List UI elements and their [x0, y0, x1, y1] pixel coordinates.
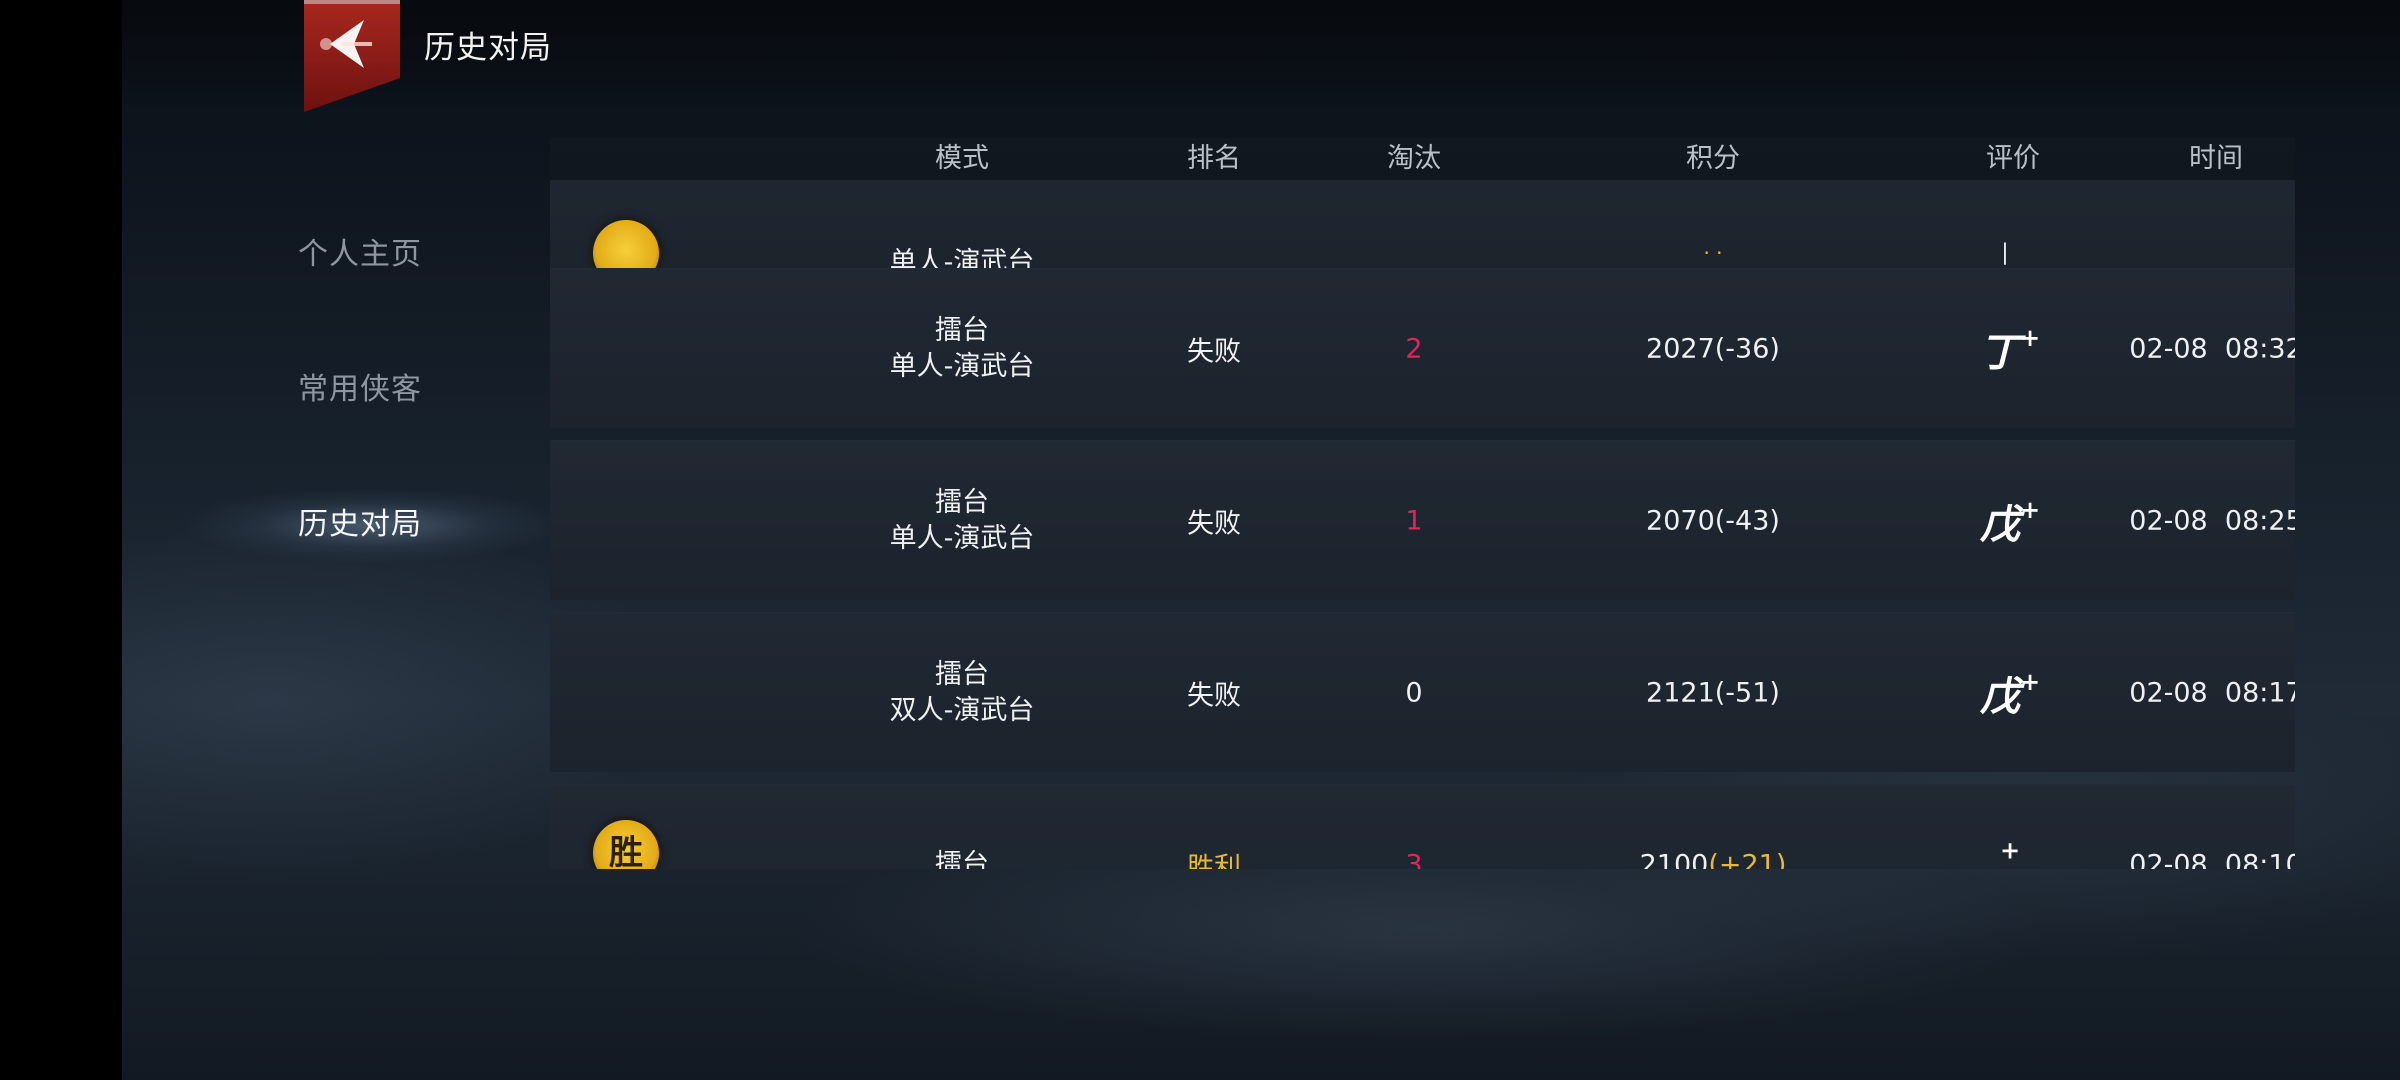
match-time: 02-08 08:17 [2129, 677, 2295, 709]
column-header-mode: 模式 [935, 143, 989, 174]
sidebar-item-profile[interactable]: 个人主页 [232, 225, 532, 285]
grade-cell-fragment: | [2001, 240, 2009, 266]
score-value: 2121 [1646, 677, 1715, 709]
score-delta: (-51) [1714, 677, 1780, 709]
score-cell: 2070(-43) [1646, 506, 1780, 537]
grade-plus: + [1999, 835, 2021, 865]
eliminations-count: 2 [1405, 333, 1423, 365]
mode-type: 擂台 [935, 659, 989, 690]
game-screen: 历史对局 个人主页 常用侠客 历史对局 模式 排名 淘汰 积分 评价 时间 单人… [122, 0, 2400, 1080]
score-delta: (+21) [1708, 849, 1787, 870]
sidebar-item-match-history[interactable]: 历史对局 [232, 495, 532, 555]
back-button[interactable] [302, 0, 402, 112]
column-header-time: 时间 [2189, 143, 2243, 174]
score-value: 2027 [1646, 333, 1715, 365]
grade-char: 戊 [1979, 501, 2020, 548]
match-time: 02-08 08:10 [2129, 849, 2295, 870]
score-delta: (-36) [1714, 333, 1780, 365]
eliminations-count: 0 [1405, 677, 1423, 709]
rating-grade: 戊+ [1980, 664, 2040, 722]
mode-cell: 擂台 单人-演武台 [890, 313, 1035, 385]
score-value: 2100 [1639, 849, 1709, 870]
match-time: 02-08 08:25 [2129, 505, 2295, 537]
score-delta: (-43) [1714, 505, 1780, 537]
mode-subtype: 双人-演武台 [889, 695, 1035, 726]
grade-plus: + [2019, 322, 2041, 352]
column-header-rating: 评价 [1986, 143, 2040, 174]
score-cell: 2027(-36) [1646, 334, 1780, 365]
grade-plus: + [2019, 494, 2041, 524]
sidebar-item-favorite-heroes[interactable]: 常用侠客 [232, 360, 532, 420]
mode-type: 擂台 [935, 849, 989, 869]
table-row[interactable]: 胜 擂台 胜利 3 2100(+21) + 02-08 08:10 [550, 784, 2295, 869]
column-header-rank: 排名 [1187, 143, 1241, 174]
table-row[interactable]: 擂台 双人-演武台 失败 0 2121(-51) 戊+ 02-08 08:17 [550, 612, 2295, 772]
rank-result: 失败 [1187, 508, 1241, 540]
rank-result: 失败 [1187, 680, 1241, 712]
mode-subtype: 单人-演武台 [889, 523, 1035, 554]
mode-cell: 擂台 [935, 847, 989, 869]
mode-subtype: 单人-演武台 [889, 351, 1035, 382]
rank-result: 失败 [1187, 336, 1241, 368]
victory-badge-icon: 胜 [593, 820, 659, 869]
score-value: 2070 [1646, 505, 1715, 537]
rank-result: 胜利 [1187, 852, 1241, 870]
score-cell: 2100(+21) [1640, 850, 1787, 870]
eliminations-count: 1 [1405, 505, 1423, 537]
grade-char: 戊 [1979, 673, 2020, 720]
match-history-table: 模式 排名 淘汰 积分 评价 时间 单人-演武台 · · | 擂台 单人-演武台… [550, 138, 2295, 869]
column-header-score: 积分 [1686, 143, 1740, 174]
mode-type: 擂台 [935, 487, 989, 518]
grade-plus: + [2019, 666, 2041, 696]
table-header: 模式 排名 淘汰 积分 评价 时间 [550, 138, 2295, 180]
mode-cell: 擂台 双人-演武台 [890, 657, 1035, 729]
grade-char: 丁 [1979, 329, 2020, 376]
eliminations-count: 3 [1405, 849, 1423, 870]
table-row[interactable]: 擂台 单人-演武台 失败 2 2027(-36) 丁+ 02-08 08:32 [550, 268, 2295, 428]
rating-grade: 丁+ [1980, 320, 2040, 378]
page-title: 历史对局 [424, 30, 552, 66]
score-cell-fragment: · · [1703, 241, 1723, 265]
match-time: 02-08 08:32 [2129, 333, 2295, 365]
back-arrow-icon [304, 0, 400, 112]
table-row[interactable]: 擂台 单人-演武台 失败 1 2070(-43) 戊+ 02-08 08:25 [550, 440, 2295, 600]
rating-grade: + [2000, 835, 2020, 869]
column-header-eliminations: 淘汰 [1387, 143, 1441, 174]
rating-grade: 戊+ [1980, 492, 2040, 550]
mode-cell: 擂台 单人-演武台 [890, 485, 1035, 557]
score-cell: 2121(-51) [1646, 678, 1780, 709]
mode-type: 擂台 [935, 315, 989, 346]
